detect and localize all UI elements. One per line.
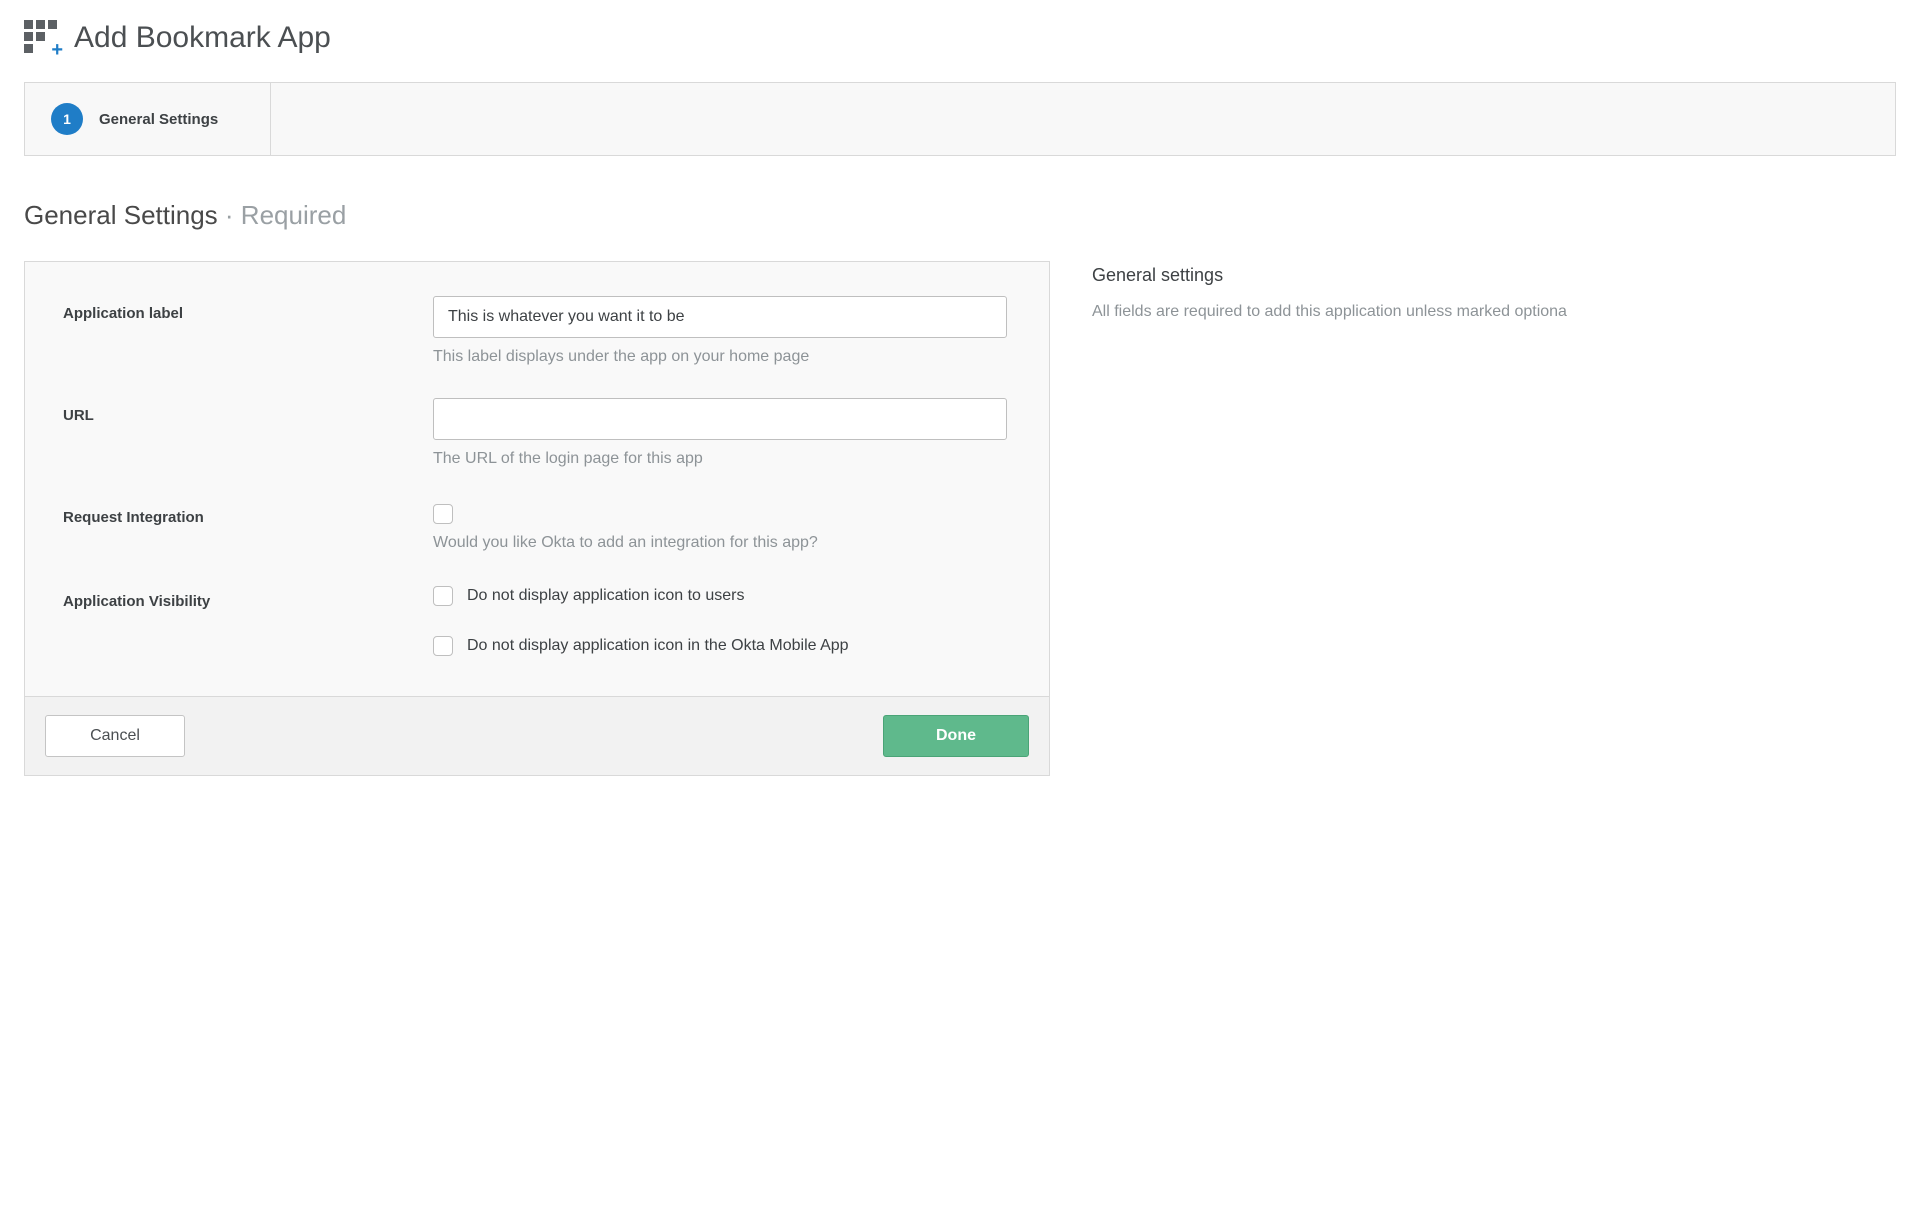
hint-application-label: This label displays under the app on you…: [433, 348, 1011, 366]
wizard-step-general-settings[interactable]: 1 General Settings: [25, 83, 271, 155]
sidebar-title: General settings: [1092, 265, 1896, 286]
url-input[interactable]: [433, 398, 1007, 440]
sidebar-help: General settings All fields are required…: [1092, 261, 1896, 325]
hint-url: The URL of the login page for this app: [433, 450, 1011, 468]
label-url: URL: [63, 398, 433, 424]
label-application-visibility: Application Visibility: [63, 584, 433, 610]
step-label: General Settings: [99, 111, 218, 128]
sidebar-text: All fields are required to add this appl…: [1092, 300, 1896, 325]
section-title: General Settings: [24, 200, 218, 230]
page-header: + Add Bookmark App: [24, 20, 1896, 56]
page-title: Add Bookmark App: [74, 21, 331, 55]
form-panel: Application label This label displays un…: [24, 261, 1050, 776]
form-footer: Cancel Done: [25, 696, 1049, 775]
visibility-hide-users-label: Do not display application icon to users: [467, 587, 745, 605]
visibility-hide-mobile-label: Do not display application icon in the O…: [467, 637, 849, 655]
cancel-button[interactable]: Cancel: [45, 715, 185, 757]
done-button[interactable]: Done: [883, 715, 1029, 757]
step-number-badge: 1: [51, 103, 83, 135]
visibility-hide-users-checkbox[interactable]: [433, 586, 453, 606]
label-request-integration: Request Integration: [63, 500, 433, 526]
wizard-steps: 1 General Settings: [24, 82, 1896, 156]
application-label-input[interactable]: [433, 296, 1007, 338]
section-heading: General Settings · Required: [24, 200, 1896, 231]
app-grid-add-icon: +: [24, 20, 60, 56]
section-subtitle: · Required: [225, 200, 346, 230]
label-application-label: Application label: [63, 296, 433, 322]
request-integration-checkbox[interactable]: [433, 504, 453, 524]
hint-request-integration: Would you like Okta to add an integratio…: [433, 534, 1011, 552]
visibility-hide-mobile-checkbox[interactable]: [433, 636, 453, 656]
